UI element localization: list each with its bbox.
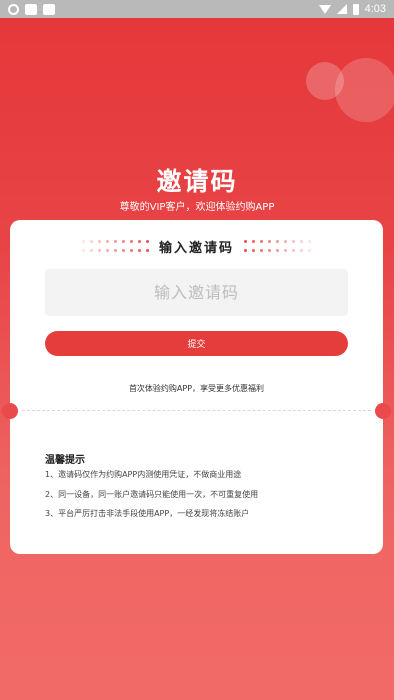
- battery-icon: [352, 3, 359, 15]
- wifi-icon: [318, 4, 331, 14]
- list-item: 1、邀请码仅作为约购APP内测使用凭证，不做商业用途: [45, 470, 242, 479]
- decorative-circle: [306, 62, 344, 100]
- dashed-divider: [22, 410, 371, 411]
- ticket-notch-left: [2, 403, 18, 419]
- ticket-notch-right: [375, 403, 391, 419]
- status-bar-right: 4:03: [318, 3, 386, 15]
- promo-note: 首次体验约购APP，享受更多优惠福利: [128, 384, 265, 393]
- submit-button[interactable]: 提交: [45, 331, 348, 356]
- invite-card: 输入邀请码 提交 首次体验约购APP，享受更多优惠福利 温馨提示 1、邀请码仅作…: [2, 220, 391, 554]
- page-title: 邀请码: [156, 167, 238, 196]
- list-item: 2、同一设备，同一账户邀请码只能使用一次，不可重复使用: [45, 489, 259, 499]
- card-heading: 输入邀请码: [158, 240, 234, 256]
- page-subtitle: 尊敬的VIP客户，欢迎体验约购APP: [119, 202, 275, 213]
- dots-right-icon: [244, 240, 311, 252]
- signal-icon: [336, 4, 347, 14]
- notification-icon: [8, 3, 19, 15]
- status-bar-left: [8, 3, 55, 15]
- tips-list: 1、邀请码仅作为约购APP内测使用凭证，不做商业用途 2、同一设备，同一账户邀请…: [45, 470, 365, 529]
- decorative-circle: [335, 58, 394, 122]
- image-icon: [43, 3, 55, 15]
- dots-left-icon: [81, 240, 149, 252]
- invite-code-input[interactable]: [45, 269, 348, 316]
- card-heading-row: 输入邀请码: [10, 234, 383, 258]
- status-time: 4:03: [364, 3, 386, 15]
- tips-title: 温馨提示: [45, 455, 85, 466]
- list-item: 3、平台严厉打击非法手段使用APP，一经发现将冻结账户: [45, 509, 250, 518]
- status-bar: 4:03: [0, 0, 394, 18]
- app-icon: [25, 3, 37, 15]
